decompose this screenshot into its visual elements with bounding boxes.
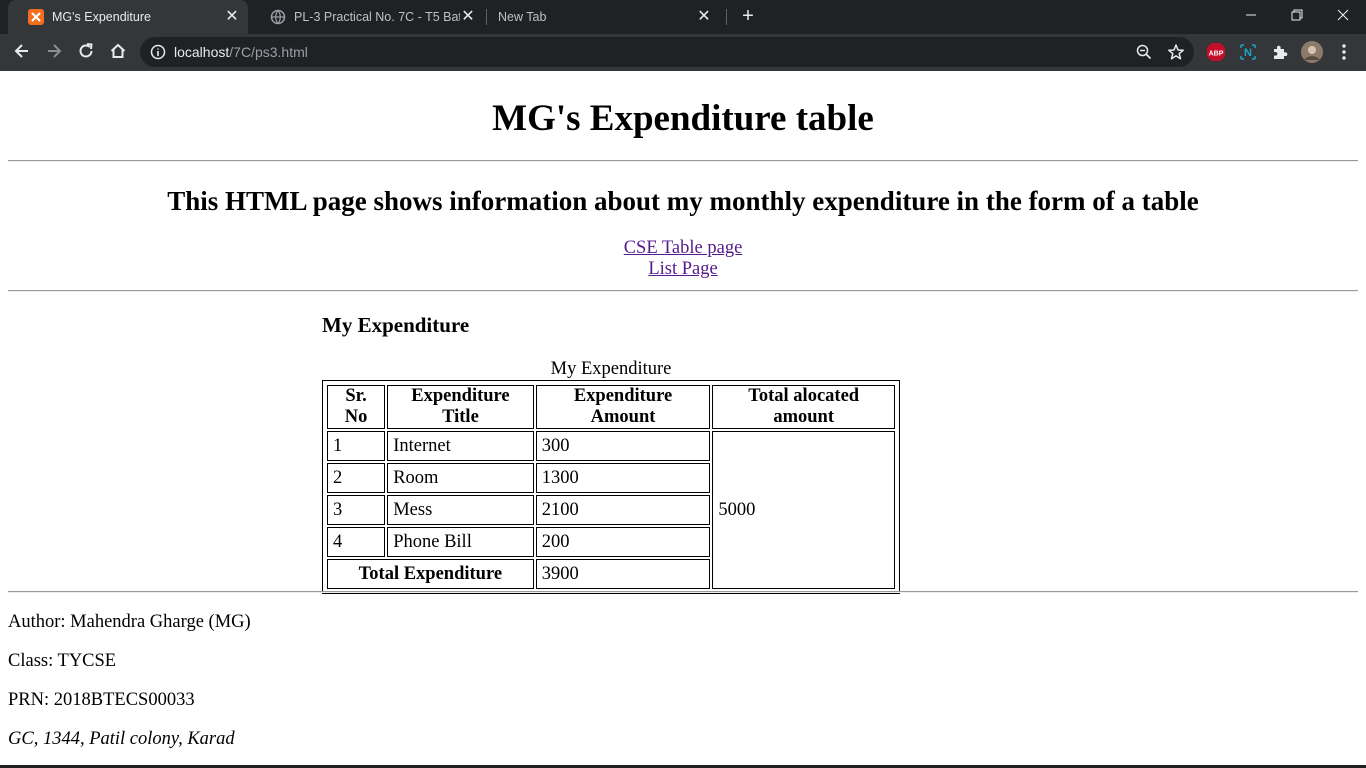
class-text: Class: TYCSE [8,651,117,671]
list-page-link[interactable]: List Page [648,259,717,279]
page-content: MG's Expenditure table This HTML page sh… [0,71,1366,768]
author-text: Author: Mahendra Gharge (MG) [8,612,251,632]
cell-amount: 2100 [535,495,711,525]
menu-dots-icon[interactable] [1334,42,1354,62]
table-caption: My Expenditure [550,359,672,379]
cell-sr-no: 3 [327,495,386,525]
expenditure-table: Sr. No Expenditure Title Expenditure Amo… [322,380,900,594]
back-button[interactable] [8,37,36,65]
adblock-plus-icon[interactable]: ABP [1206,42,1226,62]
cell-title: Internet [387,431,534,461]
cell-title: Phone Bill [387,527,534,557]
cse-table-link[interactable]: CSE Table page [624,238,743,258]
cell-title: Mess [387,495,534,525]
reload-button[interactable] [72,37,100,65]
cell-sr-no: 1 [327,431,386,461]
cell-sr-no: 2 [327,463,386,493]
new-tab-button[interactable]: + [737,5,759,27]
header-expenditure-title: Expenditure Title [387,385,534,429]
divider [8,591,1358,593]
bookmark-star-icon[interactable] [1167,43,1185,61]
tab-title: PL-3 Practical No. 7C - T5 Batch.pdf [294,10,460,24]
svg-text:ABP: ABP [1209,51,1224,58]
url-path: /7C/ps3.html [229,44,308,60]
tab-title: New Tab [498,10,547,24]
home-button[interactable] [104,37,132,65]
tab-new-tab[interactable]: New Tab ✕ [486,0,720,34]
prn-text: PRN: 2018BTECS00033 [8,690,195,710]
address-text: GC, 1344, Patil colony, Karad [8,729,235,749]
svg-text:N: N [1244,47,1252,59]
close-tab-icon[interactable]: ✕ [696,9,712,25]
link-row-list: List Page [0,259,1366,280]
globe-icon [270,9,286,25]
back-arrow-icon [14,44,28,58]
tab-strip: MG's Expenditure ✕ PL-3 Practical No. 7C… [0,0,1366,34]
cell-total-allocated: 5000 [712,431,895,589]
tab-mgs-expenditure[interactable]: MG's Expenditure ✕ [8,0,248,34]
link-row-cse: CSE Table page [0,238,1366,259]
minimize-button[interactable] [1228,0,1274,30]
close-tab-icon[interactable]: ✕ [224,9,240,25]
info-icon[interactable] [150,44,166,60]
browser-toolbar: localhost/7C/ps3.html ABP N [0,34,1366,71]
table-header-row: Sr. No Expenditure Title Expenditure Amo… [327,385,895,429]
zoom-out-icon[interactable] [1136,44,1152,60]
cell-title: Room [387,463,534,493]
restore-button[interactable] [1274,0,1320,30]
cell-amount: 300 [535,431,711,461]
header-total-allocated: Total alocated amount [712,385,895,429]
page-title: MG's Expenditure table [492,98,874,139]
extensions-puzzle-icon[interactable] [1270,42,1290,62]
tab-title: MG's Expenditure [52,10,151,24]
cell-total-value: 3900 [535,559,711,589]
restore-icon [1291,9,1303,21]
tab-separator [726,9,727,25]
xampp-icon [28,9,44,25]
profile-avatar[interactable] [1301,41,1323,63]
browser-chrome: MG's Expenditure ✕ PL-3 Practical No. 7C… [0,0,1366,71]
close-icon [1337,9,1349,21]
url-host: localhost [174,44,230,60]
extension-n-icon[interactable]: N [1238,42,1258,62]
section-heading: My Expenditure [322,313,470,337]
close-tab-icon[interactable]: ✕ [460,9,476,25]
tab-pl3-practical[interactable]: PL-3 Practical No. 7C - T5 Batch.pdf ✕ [250,0,484,34]
cell-total-label: Total Expenditure [327,559,534,589]
page-subtitle: This HTML page shows information about m… [167,186,1199,216]
cell-amount: 200 [535,527,711,557]
divider [8,160,1358,162]
minimize-icon [1246,14,1256,16]
reload-icon [79,43,93,58]
forward-button[interactable] [40,37,68,65]
divider [8,290,1358,292]
header-expenditure-amount: Expenditure Amount [535,385,711,429]
home-icon [110,43,126,58]
forward-arrow-icon [48,44,62,58]
cell-amount: 1300 [535,463,711,493]
address-bar[interactable]: localhost/7C/ps3.html [140,37,1194,67]
table-row: 1 Internet 300 5000 [327,431,895,589]
cell-sr-no: 4 [327,527,386,557]
close-window-button[interactable] [1320,0,1366,30]
url-text: localhost/7C/ps3.html [174,44,308,60]
header-sr-no: Sr. No [327,385,386,429]
